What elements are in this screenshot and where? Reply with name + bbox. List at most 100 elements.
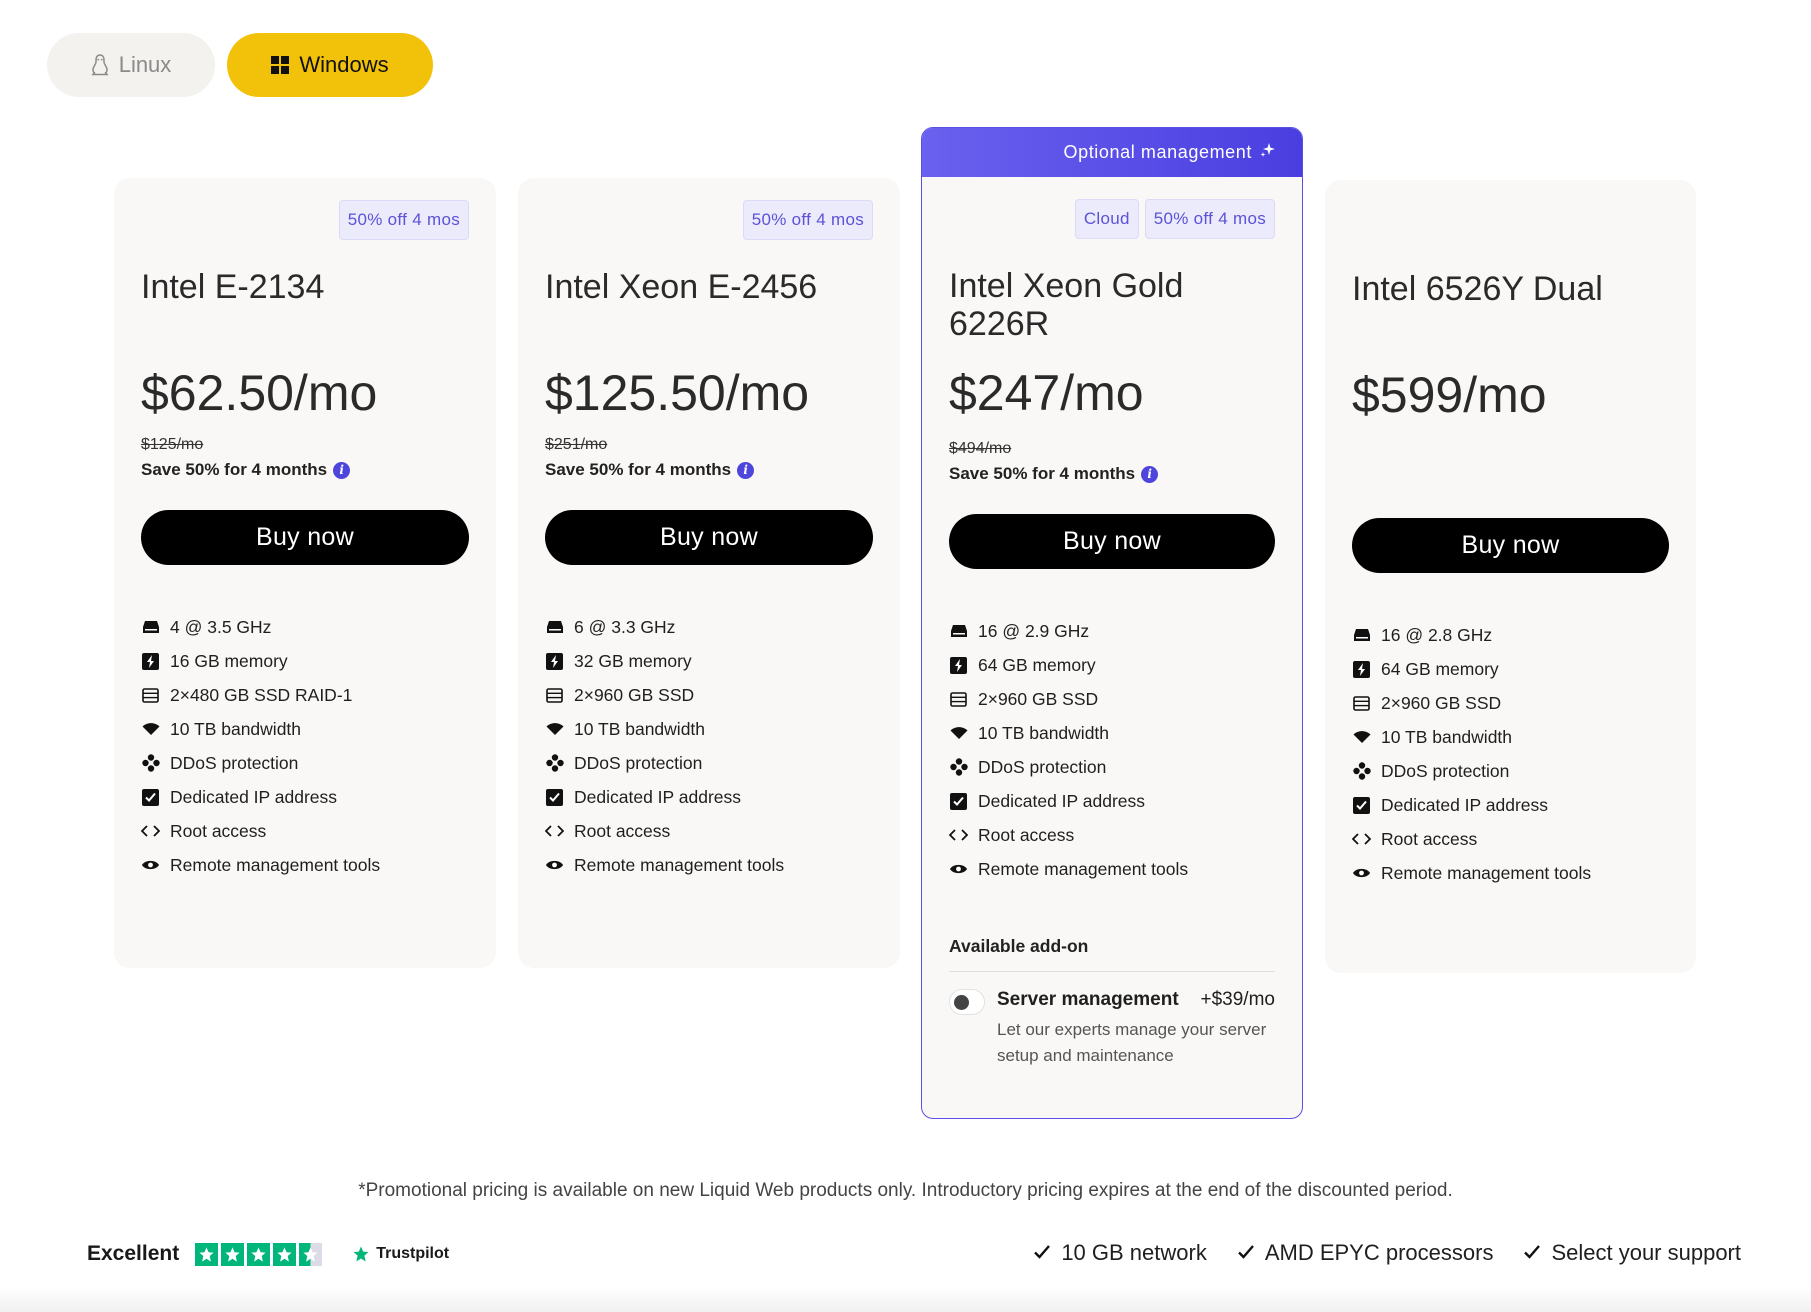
windows-icon [271,56,290,74]
memory-icon [545,652,564,671]
feature-text: 16 @ 2.8 GHz [1381,624,1493,645]
storage-icon [545,686,564,705]
addon-description: Let our experts manage your server setup… [997,1020,1267,1065]
feature-text: 10 TB bandwidth [170,718,302,739]
feature-item: 16 GB memory [141,644,469,678]
linux-penguin-icon [91,54,109,76]
feature-text: 64 GB memory [978,654,1096,675]
feature-item: DDoS protection [141,746,469,780]
feature-item: 10 TB bandwidth [949,716,1275,750]
checkbox-icon [949,792,968,811]
feature-list: 16 @ 2.8 GHz 64 GB memory 2×960 GB SSD 1… [1352,618,1669,890]
footer-fade [0,1286,1811,1312]
server-management-toggle[interactable] [949,989,985,1015]
cpu-icon [949,622,968,641]
info-icon[interactable]: i [737,461,755,479]
trustpilot-brand: Trustpilot [376,1245,450,1262]
plan-card-intel-6526y-dual: Intel 6526Y Dual $599/mo Buy now 16 @ 2.… [1325,180,1696,973]
addon-name: Server management [997,989,1179,1010]
cpu-icon [141,618,160,637]
feature-text: Dedicated IP address [1381,794,1549,815]
code-icon [949,826,968,845]
sparkle-icon [1260,142,1276,163]
original-price: $125/mo [141,436,204,453]
bandwidth-icon [1352,728,1371,747]
feature-list: 16 @ 2.9 GHz 64 GB memory 2×960 GB SSD 1… [949,614,1275,886]
feature-text: DDoS protection [170,752,299,773]
feature-text: Remote management tools [170,854,381,875]
savings-text: Save 50% for 4 months i [545,460,873,480]
badge-group: Cloud 50% off 4 mos [949,199,1275,239]
trustpilot-rating[interactable]: Excellent Trustpilot [87,1242,449,1266]
feature-text: 2×480 GB SSD RAID-1 [170,684,353,705]
info-icon[interactable]: i [1141,465,1159,483]
check-text: Select your support [1551,1240,1741,1265]
trustpilot-logo: Trustpilot [352,1245,449,1263]
check-item: Select your support [1523,1240,1741,1266]
feature-item: DDoS protection [949,750,1275,784]
checkmark-icon [1523,1240,1541,1266]
savings-text: Save 50% for 4 months i [141,460,469,480]
feature-text: 32 GB memory [574,650,692,671]
feature-item: Remote management tools [1352,856,1669,890]
memory-icon [949,656,968,675]
feature-text: DDoS protection [978,756,1107,777]
feature-text: 64 GB memory [1381,658,1499,679]
feature-item: 10 TB bandwidth [1352,720,1669,754]
star-icon [247,1242,271,1266]
feature-item: Root access [949,818,1275,852]
savings-label: Save 50% for 4 months [141,460,328,479]
check-text: 10 GB network [1061,1240,1207,1265]
feature-text: 16 GB memory [170,650,288,671]
info-icon[interactable]: i [333,461,351,479]
bandwidth-icon [545,720,564,739]
buy-now-button[interactable]: Buy now [949,514,1275,569]
trustpilot-star-icon [353,1246,369,1262]
feature-text: 16 @ 2.9 GHz [978,620,1090,641]
toggle-knob [954,995,969,1010]
feature-text: Root access [1381,828,1478,849]
feature-item: 6 @ 3.3 GHz [545,610,873,644]
feature-item: Root access [545,814,873,848]
buy-now-button[interactable]: Buy now [141,510,469,565]
plan-name: Intel Xeon E-2456 [545,268,818,306]
buy-now-button[interactable]: Buy now [1352,518,1669,573]
ddos-icon [949,758,968,777]
half-star-icon [299,1242,323,1266]
plan-name: Intel Xeon Gold 6226R [949,267,1184,343]
checkbox-icon [545,788,564,807]
banner-label: Optional management [1063,142,1252,162]
feature-item: Dedicated IP address [141,780,469,814]
footer-bar: Excellent Trustpilot 10 GB network AMD E… [0,1240,1811,1312]
plan-card-intel-xeon-e-2456: 50% off 4 mos Intel Xeon E-2456 $125.50/… [518,178,900,968]
os-toggle: Linux Windows [47,33,433,97]
plan-price: $125.50/mo [545,365,810,421]
feature-item: Remote management tools [949,852,1275,886]
eye-icon [141,856,160,875]
feature-text: 6 @ 3.3 GHz [574,616,676,637]
linux-toggle-button[interactable]: Linux [47,33,215,97]
code-icon [1352,830,1371,849]
original-price [1352,438,1669,457]
feature-item: 64 GB memory [949,648,1275,682]
buy-now-button[interactable]: Buy now [545,510,873,565]
check-item: AMD EPYC processors [1237,1240,1493,1266]
feature-item: Dedicated IP address [545,780,873,814]
feature-item: Remote management tools [545,848,873,882]
windows-toggle-button[interactable]: Windows [227,33,433,97]
windows-label: Windows [299,52,389,77]
feature-text: 10 TB bandwidth [574,718,706,739]
eye-icon [545,856,564,875]
eye-icon [1352,864,1371,883]
feature-item: 2×960 GB SSD [949,682,1275,716]
feature-item: 32 GB memory [545,644,873,678]
checkbox-icon [141,788,160,807]
addon-server-management: Server management +$39/mo Let our expert… [949,989,1275,1069]
plan-price: $599/mo [1352,367,1547,423]
plan-price: $62.50/mo [141,365,378,421]
feature-text: 2×960 GB SSD [978,688,1099,709]
cpu-icon [1352,626,1371,645]
original-price: $251/mo [545,436,608,453]
feature-list: 6 @ 3.3 GHz 32 GB memory 2×960 GB SSD 10… [545,610,873,882]
feature-list: 4 @ 3.5 GHz 16 GB memory 2×480 GB SSD RA… [141,610,469,882]
